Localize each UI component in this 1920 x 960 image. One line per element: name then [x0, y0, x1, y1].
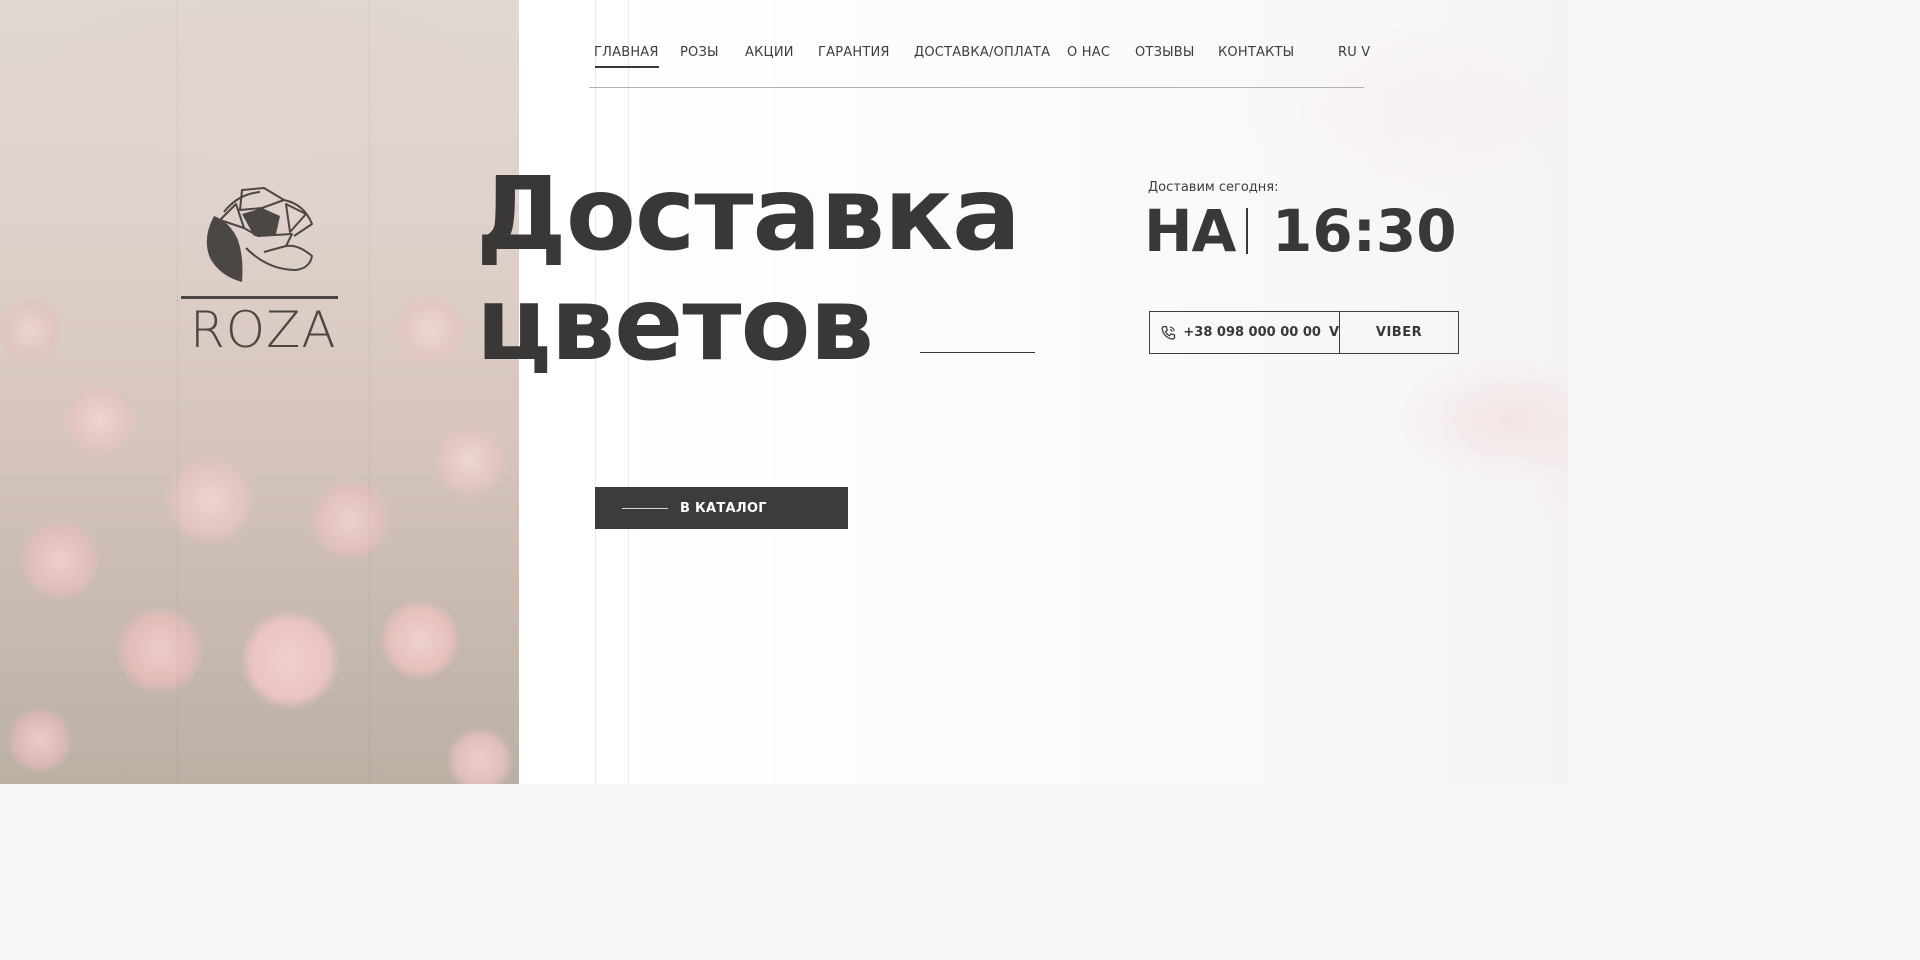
nav-item-guarantee[interactable]: ГАРАНТИЯ	[818, 44, 890, 61]
contact-box: +38 098 000 00 00 V VIBER	[1149, 311, 1459, 354]
delivery-time: 16:30	[1272, 197, 1457, 265]
catalog-button-label: В КАТАЛОГ	[680, 500, 767, 516]
grid-line	[628, 0, 629, 784]
phone-number: +38 098 000 00 00	[1183, 325, 1321, 340]
roses-photo	[0, 0, 519, 784]
headline-underline	[920, 352, 1035, 353]
nav-item-about[interactable]: О НАС	[1067, 44, 1110, 61]
nav-item-roses[interactable]: РОЗЫ	[680, 44, 719, 61]
main-nav: ГЛАВНАЯ РОЗЫ АКЦИИ ГАРАНТИЯ ДОСТАВКА/ОПЛ…	[589, 0, 1370, 88]
phone-icon	[1161, 325, 1176, 340]
phone-selector[interactable]: +38 098 000 00 00 V	[1150, 312, 1340, 353]
chevron-down-icon: V	[1328, 325, 1339, 340]
delivery-divider	[1246, 208, 1248, 254]
hero-headline: Доставка цветов	[476, 160, 1096, 380]
nav-item-delivery-payment[interactable]: ДОСТАВКА/ОПЛАТА	[914, 44, 1050, 61]
grid-line	[595, 0, 596, 784]
catalog-button[interactable]: В КАТАЛОГ	[595, 487, 848, 529]
nav-item-contacts[interactable]: КОНТАКТЫ	[1218, 44, 1294, 61]
language-selector[interactable]: RU V	[1338, 44, 1370, 61]
grid-line	[369, 0, 370, 784]
delivery-label: Доставим сегодня:	[1148, 180, 1279, 195]
nav-item-home[interactable]: ГЛАВНАЯ	[594, 44, 659, 68]
delivery-prefix: НА	[1144, 197, 1236, 265]
grid-line	[177, 0, 178, 784]
hero-headline-line2: цветов	[476, 265, 874, 384]
brand-name: ROZA	[190, 301, 337, 359]
viber-button[interactable]: VIBER	[1340, 312, 1458, 353]
button-dash-decoration	[622, 507, 668, 509]
rose-logo-icon	[181, 187, 338, 299]
hero-background	[519, 0, 1568, 784]
hero-headline-line1: Доставка	[476, 155, 1021, 274]
brand-logo[interactable]: ROZA	[180, 186, 338, 358]
nav-item-reviews[interactable]: ОТЗЫВЫ	[1135, 44, 1195, 61]
nav-item-promotions[interactable]: АКЦИИ	[745, 44, 794, 61]
